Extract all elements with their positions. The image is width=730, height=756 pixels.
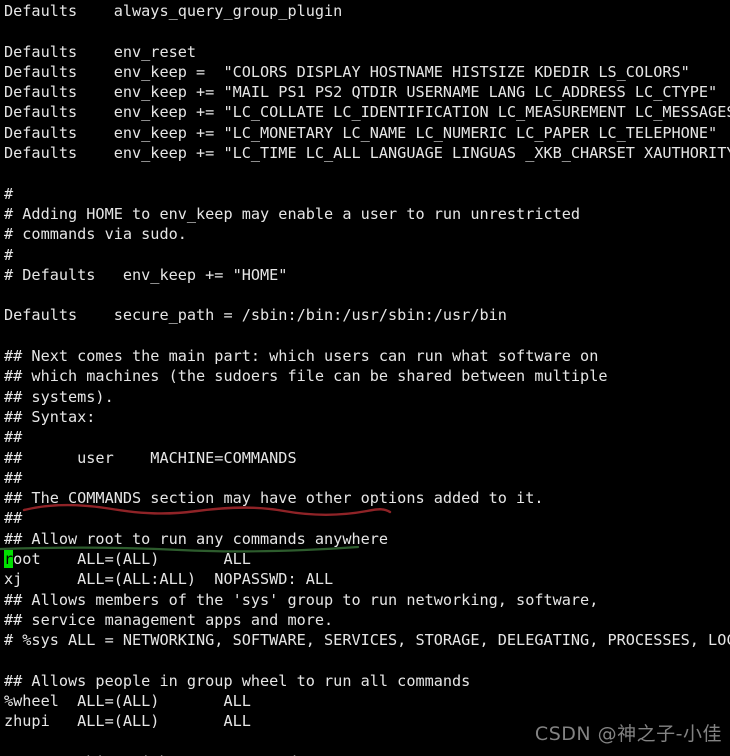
- terminal-line: ## user MACHINE=COMMANDS: [4, 448, 297, 467]
- terminal-line: Defaults env_keep += "MAIL PS1 PS2 QTDIR…: [4, 83, 718, 102]
- terminal-line: Defaults env_reset: [4, 42, 197, 61]
- terminal-line: ##: [4, 509, 23, 528]
- terminal-line: Defaults env_keep = "COLORS DISPLAY HOST…: [4, 62, 690, 81]
- terminal-line: ##: [4, 468, 23, 487]
- terminal-line: ## Allows members of the 'sys' group to …: [4, 590, 599, 609]
- terminal-line-annotated-comment: ## Allow root to run any commands anywhe…: [4, 529, 389, 548]
- terminal-line: # Defaults env_keep += "HOME": [4, 265, 288, 284]
- terminal-line: Defaults secure_path = /sbin:/bin:/usr/s…: [4, 306, 507, 325]
- terminal-line-cursor-text: oot ALL=(ALL) ALL: [13, 550, 251, 569]
- terminal-window[interactable]: Defaults always_query_group_plugin Defau…: [0, 0, 730, 756]
- terminal-line: ## Syntax:: [4, 407, 96, 426]
- cursor-block[interactable]: r: [4, 550, 14, 569]
- terminal-line: # Adding HOME to env_keep may enable a u…: [4, 204, 581, 223]
- terminal-line-cursor[interactable]: root ALL=(ALL) ALL: [4, 549, 730, 569]
- terminal-line: ## Same thing without a password: [4, 752, 730, 756]
- terminal-line: ## service management apps and more.: [4, 610, 334, 629]
- terminal-line: ##: [4, 428, 23, 447]
- terminal-line: Defaults env_keep += "LC_COLLATE LC_IDEN…: [4, 103, 730, 122]
- terminal-line: #: [4, 184, 14, 203]
- terminal-line: Defaults env_keep += "LC_TIME LC_ALL LAN…: [4, 144, 730, 163]
- terminal-screen[interactable]: Defaults always_query_group_plugin Defau…: [4, 1, 730, 756]
- csdn-watermark: CSDN @神之子-小佳: [534, 723, 722, 745]
- terminal-line: ## which machines (the sudoers file can …: [4, 367, 608, 386]
- terminal-line: ## The COMMANDS section may have other o…: [4, 489, 544, 508]
- terminal-line: ## systems).: [4, 387, 114, 406]
- terminal-line-user-rule: xj ALL=(ALL:ALL) NOPASSWD: ALL: [4, 570, 334, 589]
- terminal-line: Defaults always_query_group_plugin: [4, 2, 343, 20]
- terminal-line: ## Next comes the main part: which users…: [4, 347, 599, 366]
- terminal-line: %wheel ALL=(ALL) ALL: [4, 692, 251, 711]
- terminal-line: ## Allows people in group wheel to run a…: [4, 671, 471, 690]
- terminal-line: # commands via sudo.: [4, 225, 187, 244]
- terminal-line: #: [4, 245, 14, 264]
- terminal-line: Defaults env_keep += "LC_MONETARY LC_NAM…: [4, 123, 718, 142]
- terminal-line: # %sys ALL = NETWORKING, SOFTWARE, SERVI…: [4, 631, 730, 650]
